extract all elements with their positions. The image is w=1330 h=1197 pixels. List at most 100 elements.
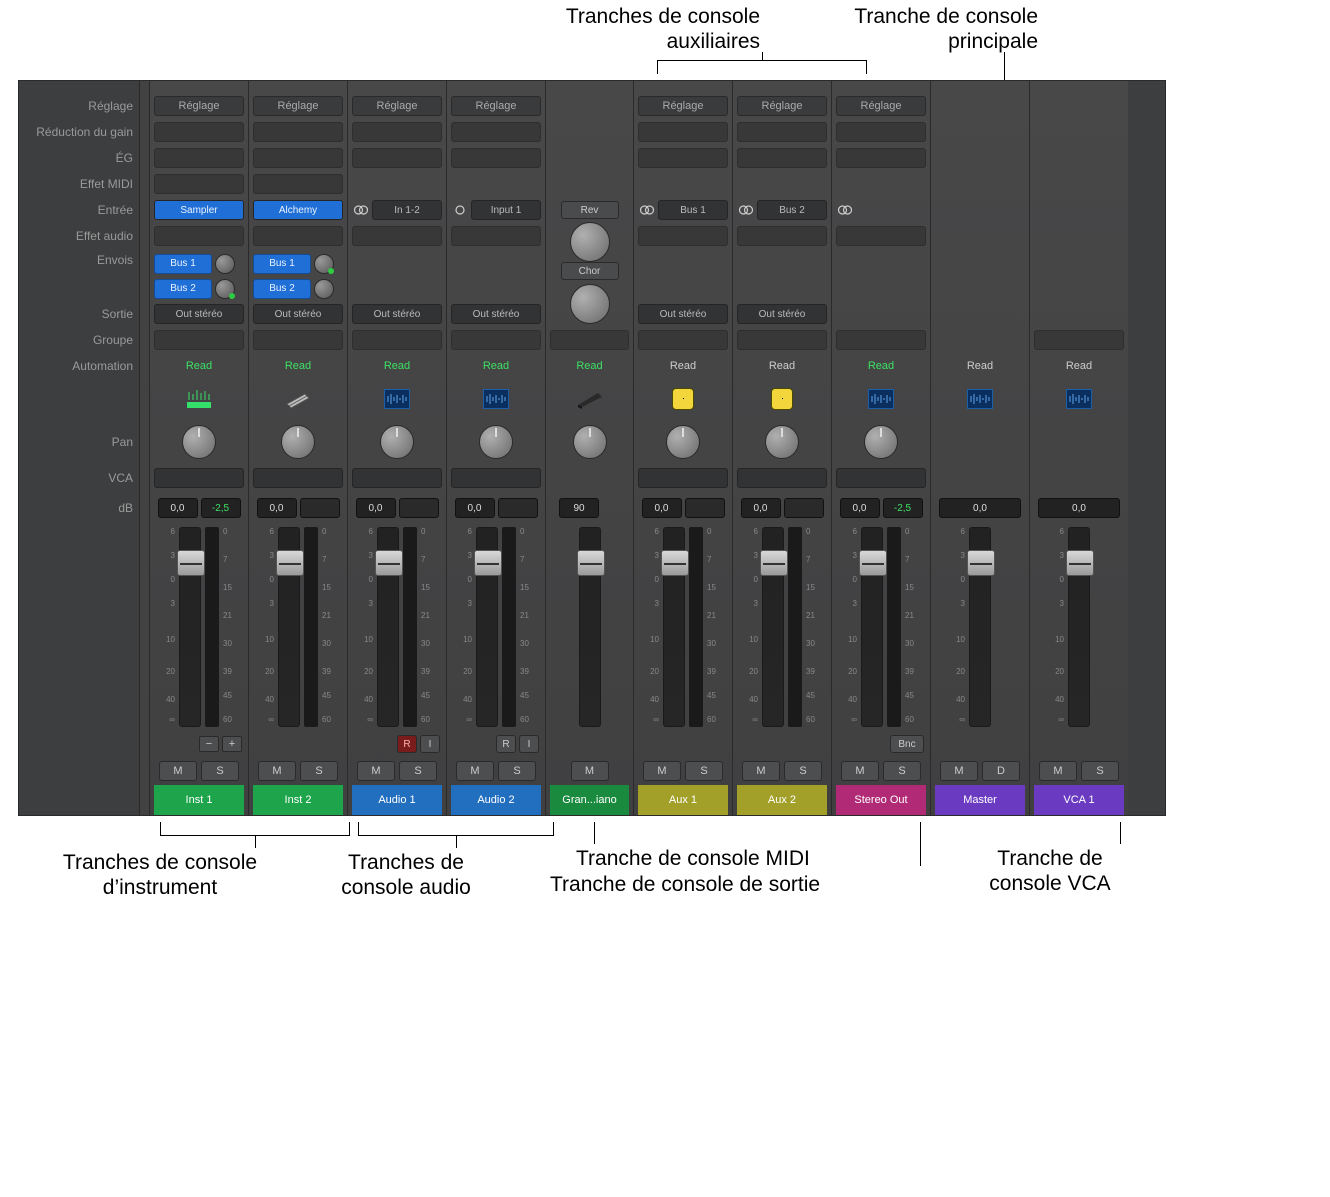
automation-mode[interactable]: Read (186, 360, 212, 372)
input-slot[interactable]: Bus 1 (658, 200, 728, 220)
automation-mode[interactable]: Read (769, 360, 795, 372)
eq-slot[interactable] (737, 148, 827, 168)
midi-effect-2[interactable]: Chor (561, 262, 619, 280)
group-slot[interactable] (737, 330, 827, 350)
track-name[interactable]: Audio 1 (352, 785, 442, 815)
pan-knob[interactable] (765, 425, 799, 459)
mute-button[interactable]: M (1039, 761, 1077, 781)
output-slot[interactable]: Out stéréo (154, 304, 244, 324)
track-name[interactable]: VCA 1 (1034, 785, 1124, 815)
db-value[interactable]: 0,0 (455, 498, 495, 518)
track-name[interactable]: Inst 1 (154, 785, 244, 815)
db-value[interactable]: 0,0 (741, 498, 781, 518)
pan-knob[interactable] (666, 425, 700, 459)
fader[interactable] (579, 527, 601, 727)
db-value[interactable]: 0,0 (840, 498, 880, 518)
record-enable-button[interactable]: R (397, 735, 417, 753)
mute-button[interactable]: M (258, 761, 296, 781)
track-name[interactable]: Aux 1 (638, 785, 728, 815)
solo-button[interactable]: S (201, 761, 239, 781)
setting-button[interactable]: Réglage (154, 96, 244, 116)
automation-mode[interactable]: Read (670, 360, 696, 372)
fader[interactable] (762, 527, 784, 727)
bounce-button[interactable]: Bnc (890, 735, 924, 753)
send-2-knob[interactable] (314, 279, 334, 299)
vca-slot[interactable] (154, 468, 244, 488)
solo-button[interactable]: S (685, 761, 723, 781)
automation-mode[interactable]: Read (1066, 360, 1092, 372)
pan-knob[interactable] (182, 425, 216, 459)
audio-fx-slot[interactable] (352, 226, 442, 246)
mute-button[interactable]: M (456, 761, 494, 781)
fader[interactable] (377, 527, 399, 727)
automation-mode[interactable]: Read (868, 360, 894, 372)
track-name[interactable]: Inst 2 (253, 785, 343, 815)
fader[interactable] (663, 527, 685, 727)
send-1-knob[interactable] (314, 254, 334, 274)
eq-slot[interactable] (154, 148, 244, 168)
automation-mode[interactable]: Read (576, 360, 602, 372)
mute-button[interactable]: M (841, 761, 879, 781)
group-slot[interactable] (550, 330, 629, 350)
db-value[interactable]: 0,0 (158, 498, 198, 518)
input-monitor-button[interactable]: I (519, 735, 539, 753)
output-slot[interactable]: Out stéréo (737, 304, 827, 324)
track-name[interactable]: Stereo Out (836, 785, 926, 815)
group-slot[interactable] (253, 330, 343, 350)
eq-slot[interactable] (253, 148, 343, 168)
automation-mode[interactable]: Read (285, 360, 311, 372)
pan-knob[interactable] (380, 425, 414, 459)
output-slot[interactable]: Out stéréo (253, 304, 343, 324)
pan-knob[interactable] (864, 425, 898, 459)
audio-fx-slot[interactable] (836, 226, 926, 246)
input-monitor-button[interactable]: I (420, 735, 440, 753)
db-value[interactable]: 0,0 (939, 498, 1021, 518)
output-slot[interactable]: Out stéréo (451, 304, 541, 324)
send-2-knob[interactable] (215, 279, 235, 299)
solo-button[interactable]: S (498, 761, 536, 781)
output-slot[interactable]: Out stéréo (638, 304, 728, 324)
send-1-knob[interactable] (215, 254, 235, 274)
track-name[interactable]: Gran...iano (550, 785, 629, 815)
pan-knob[interactable] (573, 425, 607, 459)
automation-mode[interactable]: Read (384, 360, 410, 372)
plus-button[interactable]: + (222, 736, 242, 752)
mute-button[interactable]: M (742, 761, 780, 781)
db-value[interactable]: 0,0 (642, 498, 682, 518)
midi-knob-2[interactable] (570, 284, 610, 324)
audio-fx-slot[interactable] (253, 226, 343, 246)
send-2[interactable]: Bus 2 (253, 279, 311, 299)
db-value[interactable]: 0,0 (257, 498, 297, 518)
setting-button[interactable]: Réglage (451, 96, 541, 116)
solo-button[interactable]: S (399, 761, 437, 781)
stereo-icon[interactable] (836, 203, 854, 217)
vca-slot[interactable] (737, 468, 827, 488)
group-slot[interactable] (451, 330, 541, 350)
instrument-slot[interactable]: Alchemy (253, 200, 343, 220)
track-name[interactable]: Aux 2 (737, 785, 827, 815)
midi-knob-1[interactable] (570, 222, 610, 262)
fader[interactable] (861, 527, 883, 727)
fader[interactable] (476, 527, 498, 727)
input-slot[interactable]: Input 1 (471, 200, 541, 220)
vca-slot[interactable] (352, 468, 442, 488)
stereo-icon[interactable] (352, 203, 370, 217)
eq-slot[interactable] (451, 148, 541, 168)
input-slot[interactable]: In 1-2 (372, 200, 442, 220)
setting-button[interactable]: Réglage (737, 96, 827, 116)
solo-button[interactable]: S (784, 761, 822, 781)
vca-slot[interactable] (836, 468, 926, 488)
setting-button[interactable]: Réglage (638, 96, 728, 116)
pan-knob[interactable] (281, 425, 315, 459)
mute-button[interactable]: M (940, 761, 978, 781)
vca-slot[interactable] (638, 468, 728, 488)
fader[interactable] (1068, 527, 1090, 727)
fader[interactable] (179, 527, 201, 727)
eq-slot[interactable] (352, 148, 442, 168)
mute-button[interactable]: M (357, 761, 395, 781)
eq-slot[interactable] (836, 148, 926, 168)
solo-button[interactable]: S (883, 761, 921, 781)
audio-fx-slot[interactable] (638, 226, 728, 246)
instrument-slot[interactable]: Sampler (154, 200, 244, 220)
stereo-icon[interactable] (737, 203, 755, 217)
